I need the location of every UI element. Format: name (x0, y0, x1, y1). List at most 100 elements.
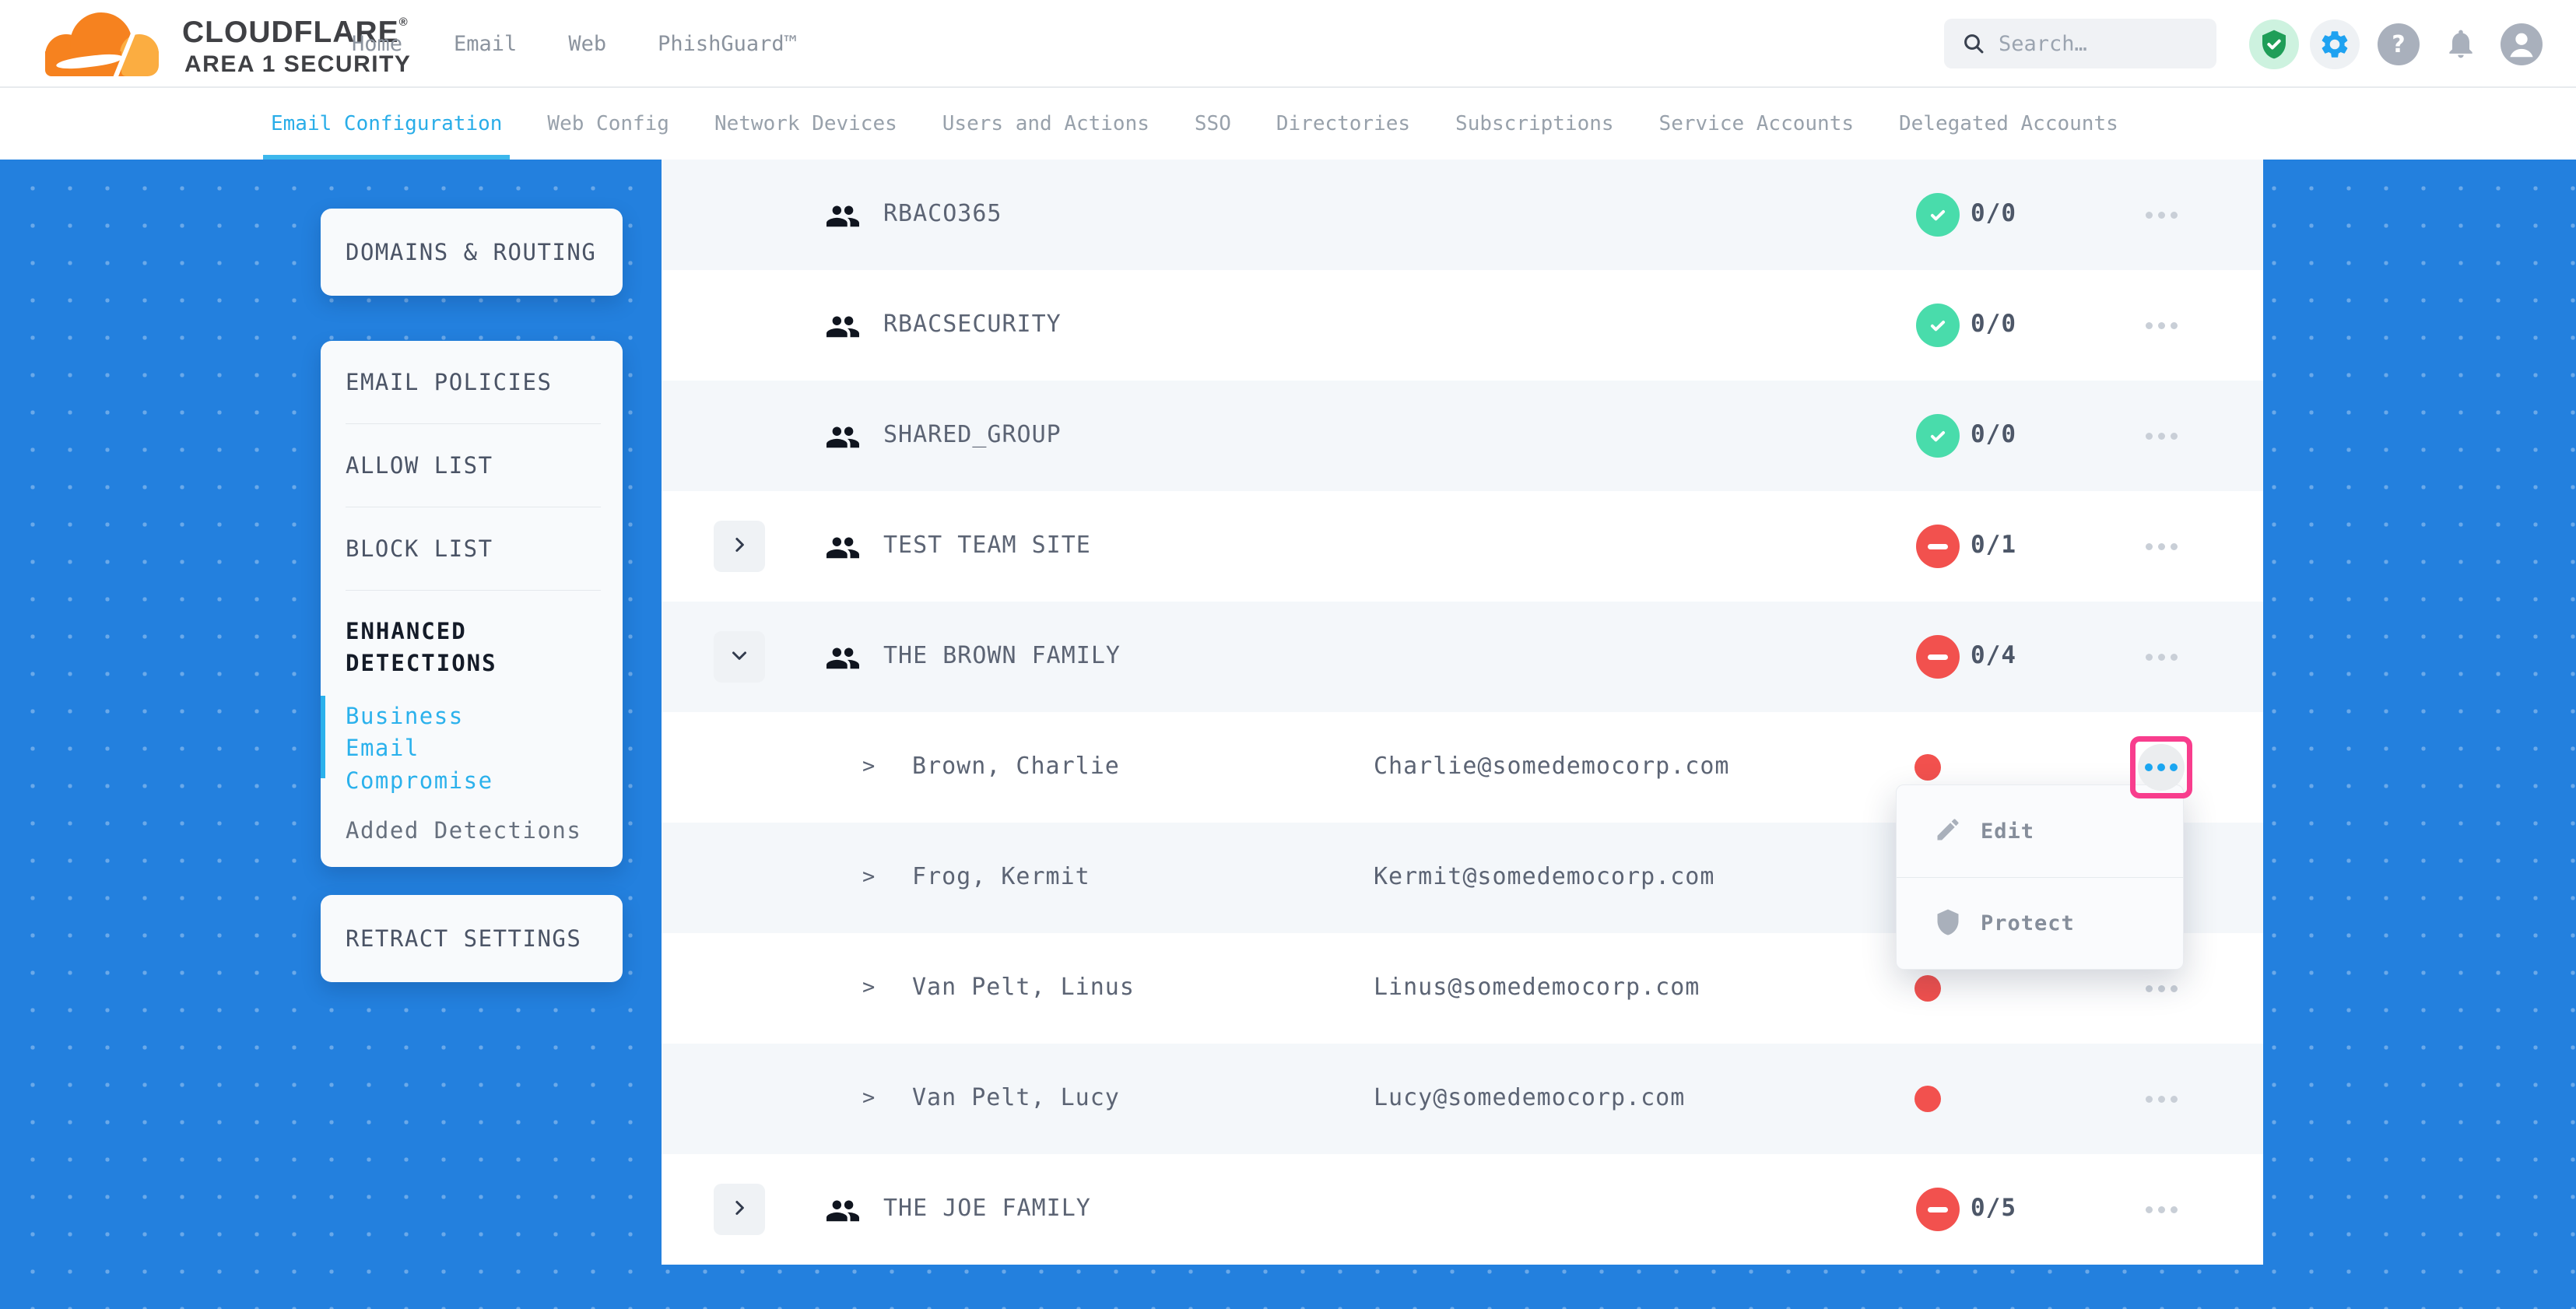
member-email: Charlie@somedemocorp.com (1374, 753, 1729, 780)
group-row: TEST TEAM SITE 0/1 (662, 491, 2263, 602)
status-ok-icon (1916, 304, 1960, 347)
search-input[interactable] (1999, 32, 2185, 56)
row-context-menu: Edit Protect (1896, 784, 2184, 970)
status-blocked-icon (1916, 635, 1960, 679)
protected-count: 0/4 (1971, 641, 2016, 669)
active-item-indicator (321, 696, 325, 778)
status-ok-icon (1916, 414, 1960, 458)
protected-count: 0/1 (1971, 531, 2016, 559)
member-name: Brown, Charlie (912, 753, 1120, 780)
row-actions-button[interactable] (2139, 535, 2184, 558)
expand-toggle-button[interactable] (714, 1184, 765, 1235)
member-name: Frog, Kermit (912, 863, 1090, 890)
member-row: > Van Pelt, Lucy Lucy@somedemocorp.com (662, 1044, 2263, 1154)
member-chevron-icon: > (862, 754, 875, 778)
pencil-icon (1934, 816, 1962, 847)
top-nav: Home Email Web PhishGuard™ (352, 0, 797, 88)
expand-toggle-button[interactable] (714, 521, 765, 572)
member-name: Van Pelt, Lucy (912, 1084, 1120, 1111)
sidebar-card-domains-routing[interactable]: DOMAINS & ROUTING (321, 209, 623, 296)
retract-settings-label: RETRACT SETTINGS (346, 925, 581, 952)
nav-item-phishguard-[interactable]: PhishGuard™ (658, 32, 797, 56)
notifications-bell-icon[interactable] (2442, 25, 2479, 62)
group-name: SHARED_GROUP (883, 421, 1062, 448)
shield-check-icon[interactable] (2249, 19, 2299, 69)
sidebar-item-email-policies[interactable]: EMAIL POLICIES (346, 341, 601, 424)
cloudflare-cloud-icon (44, 9, 168, 78)
tab-email-configuration[interactable]: Email Configuration (271, 88, 502, 160)
tab-sso[interactable]: SSO (1195, 88, 1231, 160)
member-chevron-icon: > (862, 1086, 875, 1110)
status-alert-dot (1914, 975, 1941, 1002)
sidebar-item-block-list[interactable]: BLOCK LIST (346, 507, 601, 591)
member-name: Van Pelt, Linus (912, 974, 1135, 1001)
menu-item-label: Edit (1981, 819, 2034, 844)
member-chevron-icon: > (862, 975, 875, 999)
row-actions-button[interactable] (2139, 314, 2184, 337)
row-actions-highlight-box (2130, 736, 2192, 798)
group-row: RBACO365 0/0 (662, 160, 2263, 270)
protected-count: 0/0 (1971, 310, 2016, 338)
menu-item-protect[interactable]: Protect (1897, 877, 2183, 969)
sidebar-item-allow-list[interactable]: ALLOW LIST (346, 424, 601, 507)
row-actions-button-active[interactable] (2138, 744, 2185, 791)
group-name: THE BROWN FAMILY (883, 642, 1121, 669)
row-actions-button[interactable] (2139, 203, 2184, 226)
group-row: RBACSECURITY 0/0 (662, 270, 2263, 381)
tab-network-devices[interactable]: Network Devices (714, 88, 897, 160)
search-box[interactable] (1944, 19, 2216, 68)
sidebar-item-business-email-compromise[interactable]: Business Email Compromise (346, 700, 540, 797)
tab-web-config[interactable]: Web Config (547, 88, 669, 160)
sidebar-card-email-policies: EMAIL POLICIESALLOW LISTBLOCK LIST ENHAN… (321, 341, 623, 867)
chevron-right-icon (728, 1196, 751, 1223)
member-email: Kermit@somedemocorp.com (1374, 863, 1714, 890)
app-header: CLOUDFLARE® AREA 1 SECURITY HomeEmailWeb… (0, 0, 2576, 88)
account-icon[interactable] (2501, 23, 2543, 65)
group-name: TEST TEAM SITE (883, 532, 1091, 559)
row-actions-button[interactable] (2139, 645, 2184, 669)
search-icon (1961, 31, 1986, 56)
nav-item-web[interactable]: Web (568, 32, 606, 56)
row-actions-button[interactable] (2139, 424, 2184, 447)
settings-gear-icon[interactable] (2310, 19, 2360, 69)
protected-count: 0/5 (1971, 1194, 2016, 1222)
shield-icon (1934, 908, 1962, 939)
directory-table-panel: RBACO365 0/0 RBACSECURITY 0/0 SHARED_GROUP 0/… (662, 160, 2263, 1265)
row-actions-button[interactable] (2139, 977, 2184, 1000)
domains-routing-label: DOMAINS & ROUTING (346, 239, 596, 265)
tab-service-accounts[interactable]: Service Accounts (1659, 88, 1854, 160)
nav-item-email[interactable]: Email (454, 32, 517, 56)
group-row: THE BROWN FAMILY 0/4 (662, 602, 2263, 712)
menu-item-edit[interactable]: Edit (1897, 785, 2183, 877)
chevron-down-icon (728, 644, 751, 670)
member-email: Lucy@somedemocorp.com (1374, 1084, 1685, 1111)
sidebar-item-enhanced-detections[interactable]: ENHANCED DETECTIONS (346, 616, 548, 679)
protected-count: 0/0 (1971, 420, 2016, 448)
tab-delegated-accounts[interactable]: Delegated Accounts (1899, 88, 2118, 160)
menu-item-label: Protect (1981, 911, 2075, 935)
group-row: SHARED_GROUP 0/0 (662, 381, 2263, 491)
group-row: THE JOE FAMILY 0/5 (662, 1154, 2263, 1265)
status-blocked-icon (1916, 1188, 1960, 1231)
expand-toggle-button[interactable] (714, 631, 765, 683)
tab-users-and-actions[interactable]: Users and Actions (942, 88, 1149, 160)
chevron-right-icon (728, 533, 751, 560)
status-blocked-icon (1916, 525, 1960, 568)
section-tab-bar: Email Configuration Web Config Network Dev… (0, 88, 2576, 160)
tab-directories[interactable]: Directories (1276, 88, 1410, 160)
status-alert-dot (1914, 754, 1941, 781)
protected-count: 0/0 (1971, 199, 2016, 227)
status-alert-dot (1914, 1086, 1941, 1112)
row-actions-button[interactable] (2139, 1198, 2184, 1221)
group-name: RBACSECURITY (883, 311, 1062, 338)
group-name: RBACO365 (883, 200, 1002, 227)
row-actions-button[interactable] (2139, 1087, 2184, 1111)
member-email: Linus@somedemocorp.com (1374, 974, 1700, 1001)
nav-item-home[interactable]: Home (352, 32, 402, 56)
group-name: THE JOE FAMILY (883, 1195, 1091, 1222)
sidebar-item-added-detections[interactable]: Added Detections (346, 817, 601, 844)
help-icon[interactable]: ? (2378, 23, 2420, 65)
tab-subscriptions[interactable]: Subscriptions (1455, 88, 1614, 160)
member-chevron-icon: > (862, 865, 875, 889)
sidebar-card-retract-settings[interactable]: RETRACT SETTINGS (321, 895, 623, 982)
